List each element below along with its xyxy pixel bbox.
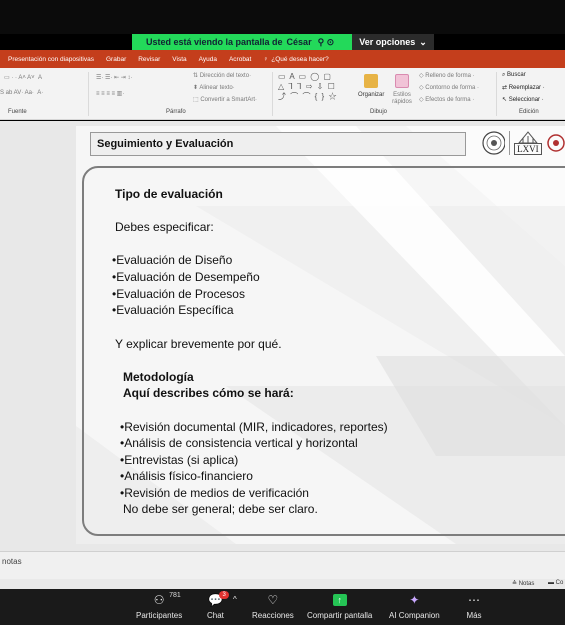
- shapes-gallery[interactable]: ▭ A ▭ ◯ ▢ △ ⅂ ⅂ ⇨ ⇩ ☐ ⤴ ⌒ ⌒ { } ☆: [278, 72, 354, 102]
- methodology-heading: Metodología: [123, 370, 194, 384]
- presenter-name: César: [286, 37, 312, 47]
- text-direction-button[interactable]: ⇅ Dirección del texto·: [193, 72, 251, 79]
- evaluation-type-item: •Evaluación Específica: [112, 303, 234, 317]
- methodology-item: •Análisis físico-financiero: [120, 469, 253, 483]
- find-button[interactable]: ⌕ Buscar: [502, 72, 526, 79]
- arrange-icon[interactable]: [364, 74, 378, 88]
- evaluation-type-heading: Tipo de evaluación: [115, 187, 223, 201]
- evaluation-type-item: •Evaluación de Desempeño: [112, 270, 260, 284]
- group-label-edicion: Edición: [519, 109, 539, 115]
- group-label-dibujo: Dibujo: [370, 109, 388, 115]
- paragraph-align-controls[interactable]: ≡ ≡ ≡ ≡ ▥·: [96, 90, 124, 97]
- ai-companion-label: AI Companion: [389, 611, 440, 620]
- notes-placeholder: notas: [2, 557, 22, 566]
- more-label: Más: [466, 611, 482, 620]
- share-banner-text: Usted está viendo la pantalla de: [146, 37, 283, 47]
- explain-text: Y explicar brevemente por qué.: [115, 337, 282, 351]
- share-screen-button[interactable]: ↑ Compartir pantalla: [307, 592, 372, 620]
- status-bar: ≙ Notas ▬ Co: [0, 579, 565, 589]
- ai-companion-button[interactable]: ✦ AI Companion: [389, 592, 440, 620]
- view-options-button[interactable]: Ver opciones ⌄: [352, 34, 434, 50]
- lxvi-logo: LXVI: [514, 131, 542, 155]
- more-icon: ⋯: [468, 593, 480, 607]
- font-controls-row2[interactable]: S ab AV· Aa· A·: [0, 90, 43, 96]
- paragraph-list-controls[interactable]: ☰· ☰· ⇤ ⇥ ↕·: [96, 74, 132, 81]
- chat-badge: 3: [219, 591, 229, 599]
- meeting-controls-bar: ⚇ 781 Participantes 💬 3 Chat ^ ♡ Reaccione…: [0, 589, 565, 625]
- evaluation-type-item: •Evaluación de Procesos: [112, 287, 245, 301]
- reactions-label: Reacciones: [252, 611, 294, 620]
- sparkle-icon: ✦: [409, 593, 420, 607]
- ribbon-body: ▭ · · A˄ A˅ A S ab AV· Aa· A· Fuente ☰· …: [0, 68, 565, 120]
- ribbon-separator: [496, 72, 497, 116]
- window-top-band: [0, 0, 565, 34]
- arrange-label[interactable]: Organizar: [358, 92, 384, 98]
- view-options-label: Ver opciones: [359, 37, 416, 47]
- share-banner: Usted está viendo la pantalla de César ⚲…: [132, 34, 352, 50]
- replace-icon: ⇄: [502, 85, 508, 91]
- closing-note: No debe ser general; debe ser claro.: [123, 502, 318, 516]
- chat-button[interactable]: 💬 3 Chat: [207, 591, 229, 620]
- shape-fill-button[interactable]: ◇ Relleno de forma ·: [419, 72, 475, 79]
- slide-title: Seguimiento y Evaluación: [97, 138, 234, 150]
- shape-effects-button[interactable]: ◇ Efectos de forma ·: [419, 96, 474, 103]
- quick-styles-icon[interactable]: [395, 74, 409, 88]
- search-icon: ⌕: [502, 72, 506, 78]
- notes-pane[interactable]: notas: [0, 551, 565, 579]
- ribbon-separator: [272, 72, 273, 116]
- reactions-button[interactable]: ♡ Reacciones: [252, 592, 294, 620]
- tab-ayuda[interactable]: Ayuda: [199, 56, 217, 63]
- methodology-subheading: Aquí describes cómo se hará:: [123, 386, 294, 400]
- lightbulb-icon: ♀: [263, 55, 269, 63]
- participants-button[interactable]: ⚇ 781 Participantes: [136, 592, 182, 620]
- institution-logos: LXVI: [482, 128, 565, 158]
- participants-label: Participantes: [136, 611, 183, 620]
- replace-button[interactable]: ⇄ Reemplazar ·: [502, 84, 545, 91]
- building-icon: [518, 131, 538, 143]
- smartart-button[interactable]: ⬚ Convertir a SmartArt·: [193, 96, 257, 103]
- evaluation-type-item: •Evaluación de Diseño: [112, 253, 233, 267]
- share-screen-icon: ↑: [332, 592, 348, 608]
- more-button[interactable]: ⋯ Más: [466, 592, 482, 620]
- seal-logo: [482, 131, 506, 155]
- heart-icon: ♡: [267, 593, 279, 607]
- notes-toggle-button[interactable]: ≙ Notas: [512, 580, 534, 587]
- evaluation-intro: Debes especificar:: [115, 220, 214, 234]
- font-controls-row1[interactable]: ▭ · · A˄ A˅ A: [4, 74, 42, 81]
- chat-icon: 💬 3: [207, 591, 229, 608]
- chat-label: Chat: [207, 611, 224, 620]
- methodology-item: •Revisión documental (MIR, indicadores, …: [120, 420, 388, 434]
- tab-presentacion[interactable]: Presentación con diapositivas: [8, 56, 94, 63]
- slide-title-box: Seguimiento y Evaluación: [90, 132, 466, 156]
- cursor-icon: ↖: [502, 97, 508, 103]
- lxvi-text: LXVI: [514, 143, 542, 155]
- shape-outline-button[interactable]: ◇ Contorno de forma ·: [419, 84, 479, 91]
- select-button[interactable]: ↖ Seleccionar ·: [502, 96, 544, 103]
- quick-styles-label[interactable]: Estilos rápidos: [389, 92, 415, 106]
- methodology-item: •Revisión de medios de verificación: [120, 486, 309, 500]
- participant-count: 781: [169, 592, 181, 599]
- chevron-down-icon: ⌄: [419, 36, 427, 47]
- ribbon-tab-bar: Presentación con diapositivas Grabar Rev…: [0, 50, 565, 68]
- chevron-up-icon[interactable]: ^: [233, 595, 237, 604]
- methodology-item: •Entrevistas (si aplica): [120, 453, 239, 467]
- methodology-item: •Análisis de consistencia vertical y hor…: [120, 436, 358, 450]
- pin-icon: ⚲ ⊙: [317, 36, 335, 47]
- tab-revisar[interactable]: Revisar: [138, 56, 160, 63]
- group-label-fuente: Fuente: [8, 109, 27, 115]
- comments-toggle-button[interactable]: ▬ Co: [548, 580, 563, 586]
- tell-me-search[interactable]: ¿Qué desea hacer?: [271, 56, 328, 63]
- participants-icon: ⚇ 781: [153, 592, 181, 607]
- group-label-parrafo: Párrafo: [166, 109, 186, 115]
- tab-acrobat[interactable]: Acrobat: [229, 56, 251, 63]
- tab-vista[interactable]: Vista: [172, 56, 186, 63]
- tab-grabar[interactable]: Grabar: [106, 56, 126, 63]
- share-screen-label: Compartir pantalla: [307, 611, 373, 620]
- align-text-button[interactable]: ⬍ Alinear texto·: [193, 84, 235, 91]
- logo-divider: [509, 131, 511, 155]
- ribbon-separator: [88, 72, 89, 116]
- ornament-logo: [546, 134, 565, 152]
